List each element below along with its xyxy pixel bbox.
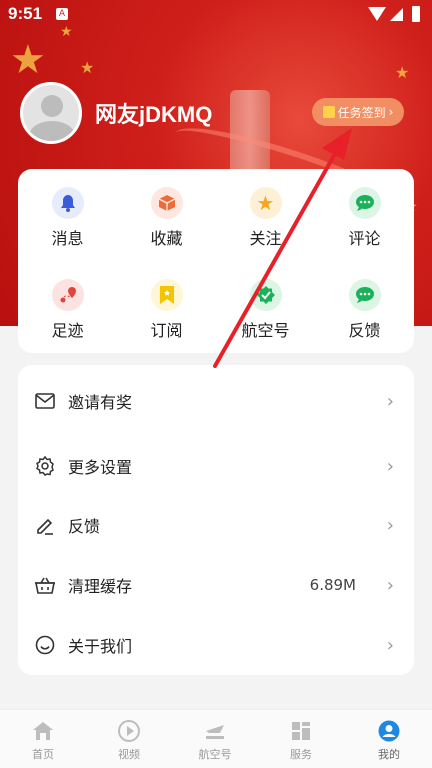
- tab-label: 首页: [32, 748, 54, 761]
- plane-icon: [204, 720, 226, 742]
- tab-mine[interactable]: 我的: [346, 710, 432, 768]
- tab-label: 服务: [290, 748, 312, 761]
- tab-home[interactable]: 首页: [0, 710, 86, 768]
- tab-aviation[interactable]: 航空号: [172, 710, 258, 768]
- tab-label: 航空号: [198, 748, 232, 761]
- tab-label: 视频: [118, 748, 140, 761]
- tab-video[interactable]: 视频: [86, 710, 172, 768]
- tab-services[interactable]: 服务: [258, 710, 344, 768]
- tab-label: 我的: [378, 748, 400, 761]
- home-icon: [32, 720, 54, 742]
- grid-icon: [290, 720, 312, 742]
- annotation-arrow: [213, 128, 352, 368]
- play-icon: [118, 720, 140, 742]
- user-icon: [378, 720, 400, 742]
- bottom-tab-bar: 首页 视频 航空号 服务 我的: [0, 709, 432, 768]
